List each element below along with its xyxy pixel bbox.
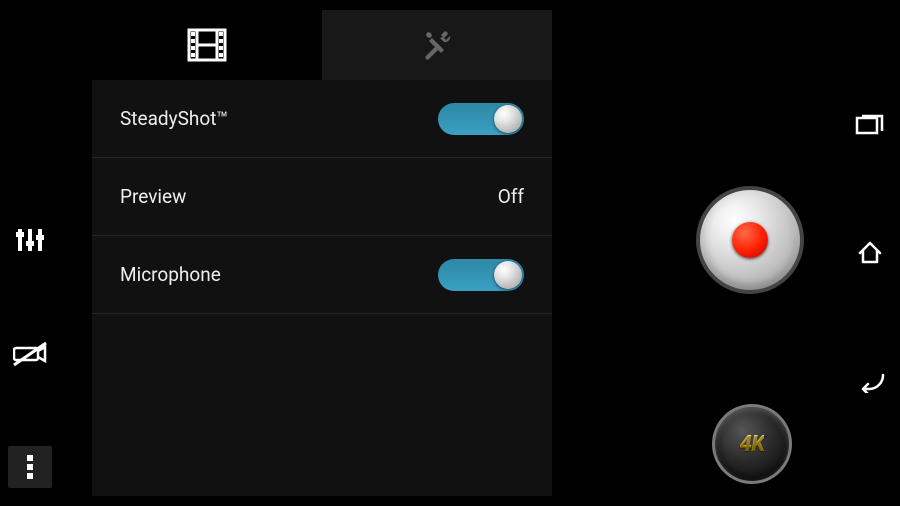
- film-icon: [187, 28, 227, 62]
- record-button[interactable]: [696, 186, 804, 294]
- adjustments-button[interactable]: [8, 218, 52, 262]
- microphone-toggle[interactable]: [438, 259, 524, 291]
- toggle-knob: [494, 105, 522, 133]
- row-microphone[interactable]: Microphone: [92, 236, 552, 314]
- back-icon: [855, 371, 885, 393]
- row-label: Microphone: [120, 263, 221, 286]
- row-label: Preview: [120, 185, 186, 208]
- mode-badge-button[interactable]: 4K: [712, 404, 792, 484]
- preview-value: Off: [498, 185, 524, 208]
- row-steadyshot[interactable]: SteadyShot™: [92, 80, 552, 158]
- gallery-stack-icon: [855, 112, 885, 136]
- right-rail: [840, 0, 900, 506]
- record-dot-icon: [732, 222, 768, 258]
- camera-switch-off-button[interactable]: [8, 332, 52, 376]
- settings-panel: SteadyShot™ Preview Off Microphone: [92, 10, 552, 496]
- sliders-icon: [15, 225, 45, 255]
- settings-tabs: [92, 10, 552, 80]
- settings-rows: SteadyShot™ Preview Off Microphone: [92, 80, 552, 314]
- back-button[interactable]: [848, 360, 892, 404]
- tab-tools[interactable]: [322, 10, 552, 80]
- row-label: SteadyShot™: [120, 107, 228, 130]
- left-rail: [0, 0, 60, 506]
- camera-switch-off-icon: [13, 340, 47, 368]
- gallery-button[interactable]: [848, 102, 892, 146]
- menu-dots-icon: [25, 454, 35, 480]
- steadyshot-toggle[interactable]: [438, 103, 524, 135]
- mode-badge-text: 4K: [740, 432, 765, 457]
- toggle-knob: [494, 261, 522, 289]
- row-preview[interactable]: Preview Off: [92, 158, 552, 236]
- tools-icon: [420, 28, 454, 62]
- overflow-menu-button[interactable]: [8, 446, 52, 488]
- tab-video[interactable]: [92, 10, 322, 80]
- home-icon: [856, 239, 884, 267]
- home-button[interactable]: [848, 231, 892, 275]
